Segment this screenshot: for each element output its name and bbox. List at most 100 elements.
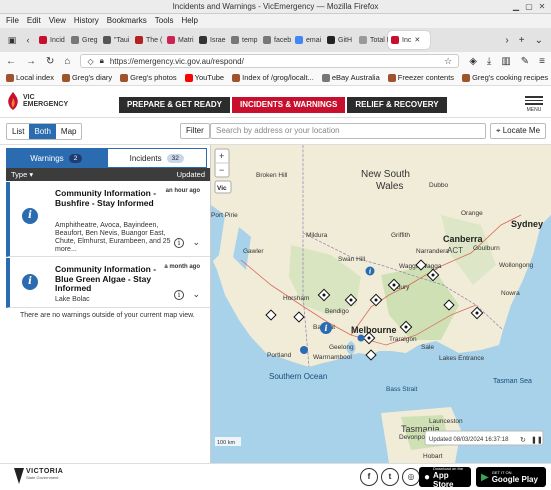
- chevron-down-icon[interactable]: ⌄: [192, 289, 200, 300]
- bookmark-item[interactable]: eBay Australia: [321, 73, 380, 82]
- warning-marker[interactable]: i: [365, 266, 375, 276]
- nav-relief-recovery[interactable]: RELIEF & RECOVERY: [347, 97, 447, 113]
- close-tab-icon[interactable]: ✕: [414, 36, 420, 44]
- browser-tab[interactable]: Total F: [356, 31, 388, 49]
- refresh-icon[interactable]: ↻: [520, 437, 526, 444]
- browser-tab[interactable]: Israe: [196, 31, 228, 49]
- app-menu-icon[interactable]: ≡: [539, 56, 545, 67]
- bookmark-item[interactable]: Local index: [6, 73, 54, 82]
- bookmark-item[interactable]: YouTube: [184, 73, 224, 82]
- view-map-button[interactable]: Map: [55, 124, 82, 139]
- info-circle-icon[interactable]: i: [174, 238, 184, 248]
- reload-icon[interactable]: ↻: [46, 56, 54, 67]
- menu-file[interactable]: File: [6, 14, 19, 28]
- browser-tab[interactable]: Incid: [36, 31, 68, 49]
- bookmark-favicon-icon: [321, 73, 330, 82]
- label-traralgon: Traralgon: [389, 336, 417, 343]
- url-bar[interactable]: ◇ 🔒︎ https://emergency.vic.gov.au/respon…: [80, 54, 460, 68]
- menu-edit[interactable]: Edit: [27, 14, 41, 28]
- browser-tab[interactable]: The (: [132, 31, 164, 49]
- pocket-icon[interactable]: ◈: [469, 56, 477, 67]
- warning-marker[interactable]: [357, 334, 365, 342]
- extensions-icon[interactable]: ✎: [521, 56, 529, 67]
- nav-incidents-warnings[interactable]: INCIDENTS & WARNINGS: [231, 97, 346, 113]
- new-tab-icon[interactable]: +: [519, 35, 525, 46]
- locate-me-button[interactable]: ⌖ Locate Me: [490, 123, 546, 139]
- browser-tab[interactable]: "Taui: [100, 31, 132, 49]
- browser-tab[interactable]: Matri: [164, 31, 196, 49]
- minimize-icon[interactable]: ▁: [511, 2, 521, 12]
- hamburger-menu-button[interactable]: MENU: [525, 94, 543, 113]
- library-icon[interactable]: ▥: [501, 56, 510, 67]
- zoom-in-button[interactable]: +: [219, 151, 224, 161]
- menu-tools[interactable]: Tools: [155, 14, 174, 28]
- logo-text: VIC EMERGENCY: [23, 94, 68, 108]
- browser-tab[interactable]: Greg: [68, 31, 100, 49]
- label-new-south-wales-1: New South: [361, 169, 410, 180]
- browser-tab[interactable]: emai: [292, 31, 324, 49]
- view-list-button[interactable]: List: [7, 124, 30, 139]
- shield-icon[interactable]: ◇: [87, 57, 93, 66]
- label-tasman-sea: Tasman Sea: [493, 378, 532, 385]
- app-store-badge[interactable]: ● Download on the App Store: [419, 466, 471, 489]
- bookmark-item[interactable]: Freezer contents: [387, 73, 454, 82]
- browser-tab-active[interactable]: Inc ✕: [388, 31, 430, 49]
- bookmark-item[interactable]: Index of /grog/localt...: [232, 73, 314, 82]
- bookmark-star-icon[interactable]: ☆: [444, 56, 452, 67]
- tab-warnings[interactable]: Warnings 2: [6, 148, 107, 168]
- menu-view[interactable]: View: [49, 14, 66, 28]
- nav-prepare[interactable]: PREPARE & GET READY: [119, 97, 230, 113]
- label-lakes-entrance: Lakes Entrance: [439, 355, 485, 362]
- warning-marker[interactable]: [300, 346, 308, 354]
- menu-help[interactable]: Help: [181, 14, 197, 28]
- menu-history[interactable]: History: [74, 14, 99, 28]
- updated-header[interactable]: Updated: [177, 168, 205, 181]
- label-nowra: Nowra: [501, 290, 520, 297]
- pause-icon[interactable]: ❚❚: [531, 436, 543, 444]
- tab-incidents[interactable]: Incidents 32: [106, 148, 207, 168]
- twitter-icon[interactable]: t: [381, 468, 399, 486]
- tab-list-icon[interactable]: ▣: [4, 35, 20, 46]
- downloads-icon[interactable]: ⤓: [487, 56, 491, 67]
- tabbar-actions: › + ⌄: [505, 35, 551, 46]
- zoom-out-button[interactable]: −: [219, 165, 224, 175]
- filter-button[interactable]: Filter: [180, 123, 210, 139]
- incident-map[interactable]: Broken Hill Dubbo Orange Griffith Mildur…: [211, 145, 551, 463]
- type-sort-header[interactable]: Type ▾: [11, 168, 33, 181]
- victoria-government-logo[interactable]: VICTORIA State Government: [14, 468, 63, 484]
- label-melbourne: Melbourne: [351, 325, 397, 335]
- map-canvas[interactable]: Broken Hill Dubbo Orange Griffith Mildur…: [211, 145, 551, 463]
- bookmark-item[interactable]: Greg's diary: [61, 73, 112, 82]
- instagram-icon[interactable]: ◎: [402, 468, 420, 486]
- vic-filter-badge[interactable]: Vic: [214, 180, 232, 194]
- warning-card[interactable]: i Community Information - Bushfire - Sta…: [6, 182, 210, 257]
- warning-marker[interactable]: i: [320, 322, 332, 334]
- lock-icon[interactable]: 🔒︎: [100, 56, 104, 66]
- bookmark-label: eBay Australia: [331, 73, 380, 82]
- warning-age: an hour ago: [165, 188, 200, 194]
- google-play-badge[interactable]: ▶ GET IT ON Google Play: [476, 467, 546, 487]
- tab-overflow-icon[interactable]: ⌄: [535, 35, 543, 46]
- view-both-button[interactable]: Both: [29, 124, 56, 139]
- vicemergency-logo[interactable]: VIC EMERGENCY: [6, 91, 68, 111]
- tab-scroll-right-icon[interactable]: ›: [505, 35, 508, 46]
- browser-tab[interactable]: GitH: [324, 31, 356, 49]
- bookmark-item[interactable]: Greg's cooking recipes: [462, 73, 548, 82]
- chevron-down-icon[interactable]: ⌄: [192, 237, 200, 248]
- label-sydney: Sydney: [511, 219, 543, 229]
- info-circle-icon[interactable]: i: [174, 290, 184, 300]
- browser-tab[interactable]: temp: [228, 31, 260, 49]
- close-icon[interactable]: ✕: [537, 2, 547, 12]
- menu-bookmarks[interactable]: Bookmarks: [107, 14, 147, 28]
- home-icon[interactable]: ⌂: [64, 56, 70, 67]
- maximize-icon[interactable]: ▢: [524, 2, 534, 12]
- warning-card[interactable]: i Community Information - Blue Green Alg…: [6, 258, 210, 308]
- tab-scroll-left-icon[interactable]: ‹: [20, 35, 36, 45]
- bookmark-item[interactable]: Greg's photos: [120, 73, 177, 82]
- browser-tab[interactable]: faceb: [260, 31, 292, 49]
- label-bendigo: Bendigo: [325, 308, 349, 315]
- forward-icon[interactable]: →: [26, 56, 36, 67]
- facebook-icon[interactable]: f: [360, 468, 378, 486]
- location-search-input[interactable]: Search by address or your location: [210, 123, 486, 139]
- back-icon[interactable]: ←: [6, 56, 16, 67]
